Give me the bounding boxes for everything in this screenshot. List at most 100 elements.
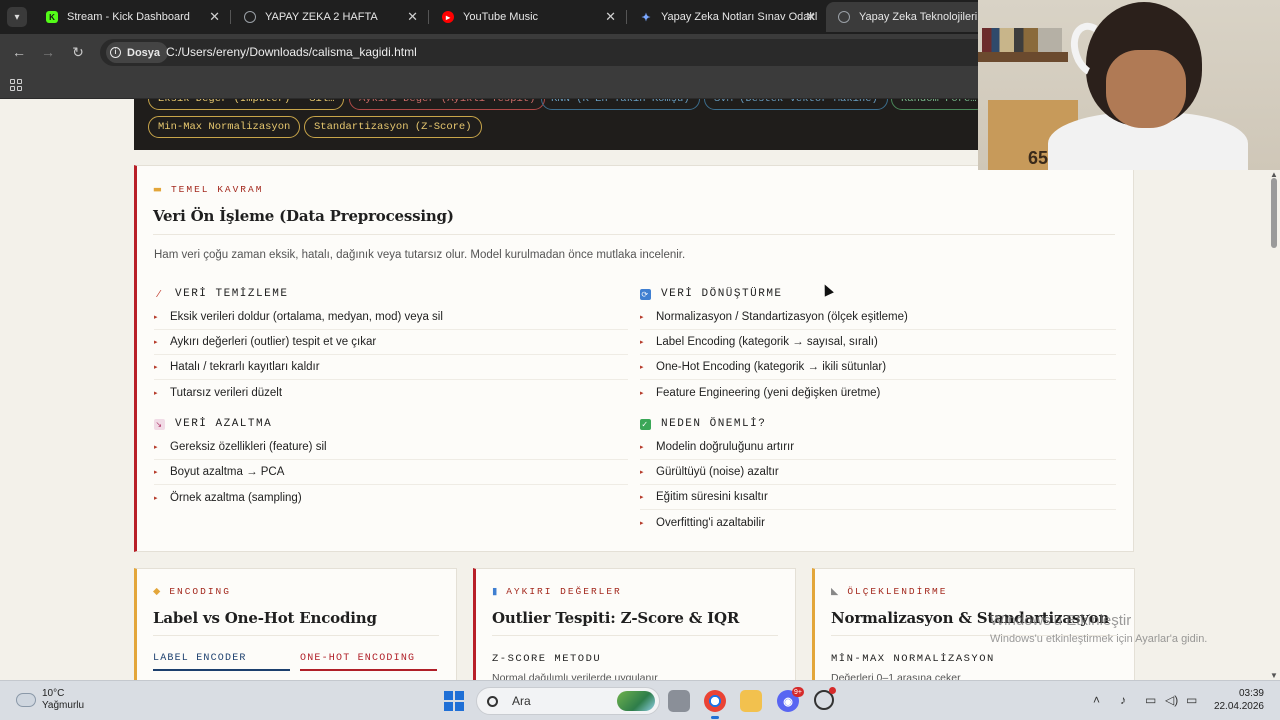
tray-overflow-chevron-icon[interactable]: ˄: [1093, 693, 1100, 707]
card-title: Label vs One-Hot Encoding: [153, 609, 377, 627]
obs-recording-dot: [829, 687, 836, 694]
broom-icon: ⁄: [157, 288, 162, 300]
min-max-text: Değerleri 0–1 arasına çeker: [831, 672, 961, 680]
scroll-down-icon[interactable]: ▼: [1270, 671, 1278, 680]
weather-desc: Yağmurlu: [42, 700, 85, 711]
tab-separator: [230, 10, 231, 24]
tab-youtube-music[interactable]: ▸ YouTube Music ✕: [430, 2, 626, 32]
list-item: ▸ Feature Engineering (yeni değişken üret…: [640, 386, 881, 399]
close-tab-icon[interactable]: ✕: [805, 9, 816, 25]
section-heading-transform: ⟳ VERİ DÖNÜŞTÜRME: [640, 288, 783, 300]
topic-tag: SVM (Destek Vektör Makine): [704, 99, 888, 110]
topic-tag: KNN (K-En Yakın Komşu): [541, 99, 700, 110]
outlier-card: ▮ AYKIRI DEĞERLER Outlier Tespiti: Z-Scor…: [473, 568, 796, 680]
tab-one-hot-encoding[interactable]: ONE-HOT ENCODING: [300, 653, 437, 671]
topic-tag: Aykırı Değer (Ayıklı Tespit): [349, 99, 546, 110]
close-tab-icon[interactable]: ✕: [407, 9, 418, 25]
list-item: ▸ Eğitim süresini kısaltır: [640, 485, 1116, 510]
taskbar-search[interactable]: Ara: [476, 687, 660, 715]
list-item: ▸ Hatalı / tekrarlı kayıtları kaldır: [154, 355, 628, 380]
tab-title: Stream - Kick Dashboard: [67, 11, 190, 23]
tab-yapay-zeka-2-hafta[interactable]: YAPAY ZEKA 2 HAFTA ✕: [232, 2, 428, 32]
list-item: ▸ Overfitting'i azaltabilir: [640, 516, 765, 529]
bookmarks-bar: [0, 71, 978, 99]
address-bar[interactable]: i Dosya C:/Users/ereny/Downloads/calisma…: [100, 39, 978, 66]
list-item: ▸ Gereksiz özellikleri (feature) sil: [154, 435, 628, 460]
gemini-icon: ✦: [641, 11, 651, 24]
clock-time: 03:39: [1238, 688, 1264, 699]
apps-grid-icon[interactable]: [10, 79, 22, 91]
min-max-heading: MİN-MAX NORMALİZASYON: [831, 653, 995, 665]
network-icon[interactable]: ▭: [1145, 693, 1156, 707]
tab-yapay-zeka-teknolojileri[interactable]: Yapay Zeka Teknolojileri – Sı: [826, 2, 986, 32]
list-item: ▸ Boyut azaltma → PCA: [154, 460, 628, 485]
reload-icon[interactable]: ↻: [69, 43, 87, 61]
info-icon: i: [110, 47, 121, 58]
list-item: ▸ Aykırı değerleri (outlier) tespit et ve…: [154, 330, 628, 355]
webcam-shelf: [978, 52, 1068, 62]
scrollbar-thumb[interactable]: [1271, 178, 1277, 248]
start-windows-icon[interactable]: [444, 691, 464, 711]
activation-subtitle: Windows'u etkinleştirmek için Ayarlar'a …: [990, 633, 1208, 645]
tab-separator: [428, 10, 429, 24]
divider: [153, 635, 439, 636]
checkmark-icon: ✓: [640, 418, 651, 430]
tab-label-encoder[interactable]: LABEL ENCODER: [153, 653, 290, 671]
tab-title: YAPAY ZEKA 2 HAFTA: [265, 11, 378, 23]
chrome-icon[interactable]: [704, 690, 726, 712]
discord-badge: 9+: [792, 687, 804, 697]
system-clock[interactable]: 03:39 22.04.2026: [1210, 687, 1264, 713]
kick-icon: K: [46, 11, 58, 23]
site-chip-label: Dosya: [127, 46, 161, 59]
list-item: ▸ One-Hot Encoding (kategorik → ikili süt…: [640, 355, 1116, 380]
list-item: ▸ Tutarsız verileri düzelt: [154, 386, 283, 399]
active-app-indicator: [711, 716, 719, 719]
divider: [153, 234, 1115, 235]
topic-tag: Min-Max Normalizasyon: [148, 116, 301, 138]
back-arrow-icon[interactable]: ←: [10, 43, 28, 61]
page-scrollbar[interactable]: ▲ ▼: [1268, 170, 1280, 680]
tab-separator: [626, 10, 627, 24]
close-tab-icon[interactable]: ✕: [209, 9, 220, 25]
search-icon: [487, 695, 498, 707]
forward-arrow-icon[interactable]: →: [39, 43, 57, 61]
webcam-face: [1106, 50, 1186, 128]
tab-search-chevron-icon[interactable]: ▾: [7, 7, 27, 27]
volume-icon[interactable]: ◁): [1165, 693, 1178, 707]
site-info-chip[interactable]: i Dosya: [106, 42, 169, 63]
browser-toolbar: ← → ↻ i Dosya C:/Users/ereny/Downloads/c…: [0, 34, 978, 71]
globe-icon: [244, 11, 256, 23]
card-title: Outlier Tespiti: Z-Score & IQR: [492, 609, 740, 627]
card-kicker: ▮ AYKIRI DEĞERLER: [492, 586, 622, 597]
section-heading-why: ✓ NEDEN ÖNEMLİ?: [640, 418, 767, 430]
tab-yapay-zeka-notlari[interactable]: ✦ Yapay Zeka Notları Sınav Odakl ✕: [628, 2, 826, 32]
card-kicker: ◆ ENCODING: [153, 586, 231, 597]
url-text[interactable]: C:/Users/ereny/Downloads/calisma_kagidi.…: [166, 45, 417, 59]
card-kicker: ◣ ÖLÇEKLENDİRME: [831, 586, 948, 597]
search-label: Ara: [512, 694, 531, 708]
youtube-music-icon: ▸: [442, 11, 454, 23]
tab-title: YouTube Music: [463, 11, 539, 23]
tab-title: Yapay Zeka Teknolojileri – Sı: [859, 11, 986, 23]
topic-tag: Eksik Değer (Imputer) – Sil…: [148, 99, 345, 110]
task-view-icon[interactable]: [668, 690, 690, 712]
search-highlight-image: [617, 691, 655, 711]
battery-icon[interactable]: ▭: [1186, 693, 1197, 707]
close-tab-icon[interactable]: ✕: [605, 9, 616, 25]
list-item: ▸ Normalizasyon / Standartizasyon (ölçek …: [640, 305, 1116, 330]
card-kicker: ▬ TEMEL KAVRAM: [153, 184, 264, 195]
z-score-text: Normal dağılımlı verilerde uygulanır: [492, 672, 658, 680]
list-item: ▸ Eksik verileri doldur (ortalama, medyan…: [154, 305, 628, 330]
tab-kick-dashboard[interactable]: K Stream - Kick Dashboard ✕: [34, 2, 230, 32]
encoding-card: ◆ ENCODING Label vs One-Hot Encoding LABE…: [134, 568, 457, 680]
weather-temp: 10°C: [42, 688, 65, 699]
chart-down-icon: ↘: [154, 418, 165, 430]
card-lead-text: Ham veri çoğu zaman eksik, hatalı, dağın…: [154, 249, 686, 261]
topic-tag: Standartizasyon (Z-Score): [304, 116, 482, 138]
file-explorer-icon[interactable]: [740, 690, 762, 712]
clock-date: 22.04.2026: [1213, 701, 1264, 712]
weather-widget[interactable]: 10°C Yağmurlu: [16, 688, 84, 712]
activation-title: Windows'u Etkinleştir: [990, 612, 1132, 629]
microphone-icon[interactable]: ♪: [1120, 693, 1126, 707]
page-content: Eksik Değer (Imputer) – Sil… Aykırı Değe…: [0, 99, 1268, 680]
